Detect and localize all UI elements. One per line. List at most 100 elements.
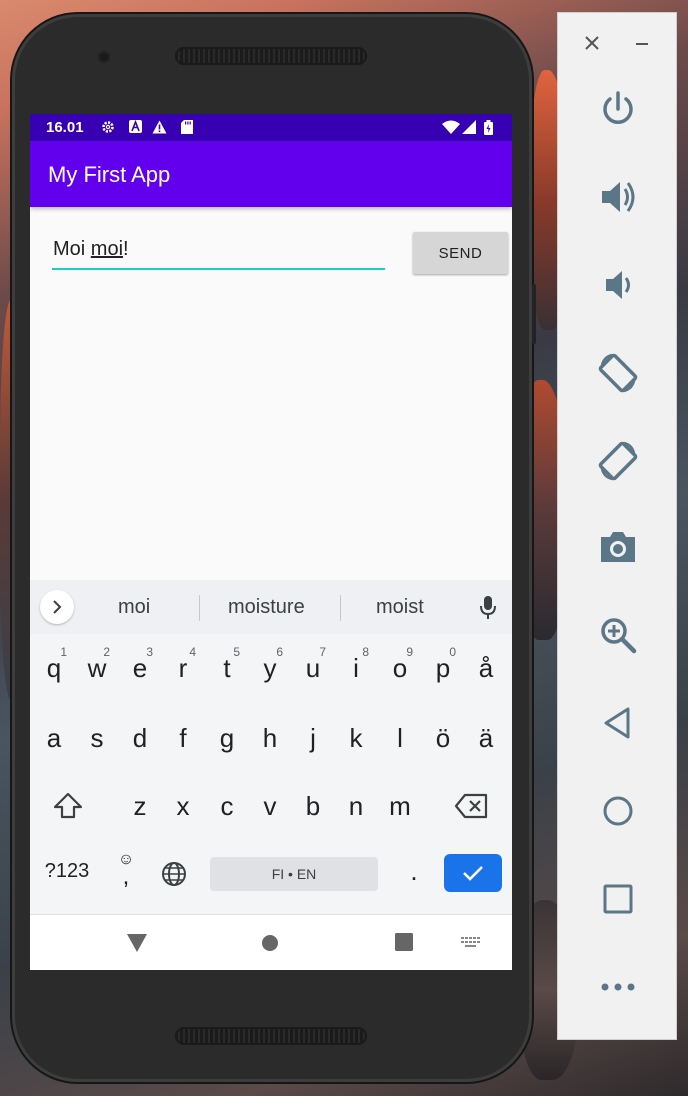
chevron-right-icon[interactable] — [40, 590, 74, 624]
key-char: e — [132, 652, 148, 683]
key-t[interactable]: t5 — [206, 642, 248, 694]
key-y[interactable]: y6 — [249, 642, 291, 694]
settings-icon — [101, 120, 115, 134]
key-number-hint: 1 — [60, 645, 67, 659]
key-i[interactable]: i8 — [335, 642, 377, 694]
nav-back-icon[interactable] — [127, 934, 147, 957]
key-a-ring[interactable]: å — [465, 642, 507, 694]
key-j[interactable]: j — [292, 712, 334, 764]
camera-icon[interactable] — [594, 523, 642, 571]
overview-icon[interactable] — [594, 875, 642, 923]
bottom-speaker — [175, 1027, 367, 1045]
shift-icon[interactable] — [50, 788, 86, 824]
key-u[interactable]: u7 — [292, 642, 334, 694]
microphone-icon[interactable] — [478, 594, 498, 622]
wifi-icon — [442, 120, 460, 134]
key-number-hint: 3 — [146, 645, 153, 659]
symbols-key[interactable]: ?123 — [42, 860, 92, 883]
key-f[interactable]: f — [162, 712, 204, 764]
key-char: i — [353, 652, 359, 683]
back-icon[interactable] — [594, 699, 642, 747]
key-e[interactable]: e3 — [119, 642, 161, 694]
status-time: 16.01 — [46, 119, 84, 136]
key-a[interactable]: a — [33, 712, 75, 764]
sd-card-icon — [180, 120, 194, 134]
key-char: å — [478, 652, 494, 683]
power-icon[interactable] — [594, 85, 642, 133]
rotate-left-icon[interactable] — [594, 349, 642, 397]
key-z[interactable]: z — [119, 780, 161, 832]
key-number-hint: 7 — [319, 645, 326, 659]
emoji-comma-key[interactable]: ☺ , — [114, 852, 138, 892]
key-p[interactable]: p0 — [422, 642, 464, 694]
suggestion-divider — [340, 595, 341, 621]
input-text-composing: moi — [90, 238, 124, 260]
app-bar: My First App — [30, 141, 512, 207]
key-w[interactable]: w2 — [76, 642, 118, 694]
key-x[interactable]: x — [162, 780, 204, 832]
minimize-icon[interactable] — [632, 33, 652, 53]
key-char: r — [178, 652, 188, 683]
send-button[interactable]: SEND — [413, 232, 508, 274]
front-camera — [98, 51, 110, 63]
key-n[interactable]: n — [335, 780, 377, 832]
key-char: y — [263, 652, 277, 683]
suggestion-divider — [199, 595, 200, 621]
input-text-prefix: Moi — [53, 238, 91, 260]
key-number-hint: 2 — [103, 645, 110, 659]
key-r[interactable]: r4 — [162, 642, 204, 694]
space-key[interactable]: FI • EN — [210, 857, 378, 891]
key-a-umlaut[interactable]: ä — [465, 712, 507, 764]
soft-keyboard: moi moisture moist q1 w2 e3 r4 t5 y6 u7 … — [30, 580, 512, 914]
key-h[interactable]: h — [249, 712, 291, 764]
key-b[interactable]: b — [292, 780, 334, 832]
rotate-right-icon[interactable] — [594, 437, 642, 485]
key-l[interactable]: l — [379, 712, 421, 764]
warning-icon — [152, 120, 167, 134]
globe-icon[interactable] — [160, 860, 188, 888]
period-key[interactable]: . — [402, 856, 426, 887]
key-g[interactable]: g — [206, 712, 248, 764]
key-o-umlaut[interactable]: ö — [422, 712, 464, 764]
input-text-suffix: ! — [123, 238, 129, 260]
navigation-bar — [30, 914, 512, 970]
suggestion-item[interactable]: moi — [118, 596, 150, 619]
zoom-icon[interactable] — [594, 611, 642, 659]
key-k[interactable]: k — [335, 712, 377, 764]
volume-up-icon[interactable] — [594, 173, 642, 221]
suggestion-item[interactable]: moisture — [228, 596, 305, 619]
key-m[interactable]: m — [379, 780, 421, 832]
key-s[interactable]: s — [76, 712, 118, 764]
keyboard-switch-icon[interactable] — [461, 936, 481, 954]
key-number-hint: 8 — [362, 645, 369, 659]
key-number-hint: 5 — [233, 645, 240, 659]
device-screen: 16.01 My First App Moi moi! SEND moi moi… — [30, 114, 512, 970]
more-icon[interactable] — [594, 963, 642, 1011]
a-badge-icon — [128, 119, 142, 134]
key-char: p — [435, 652, 451, 683]
key-v[interactable]: v — [249, 780, 291, 832]
message-input[interactable]: Moi moi! — [52, 238, 385, 270]
signal-icon — [462, 120, 476, 134]
backspace-icon[interactable] — [454, 792, 490, 820]
key-char: q — [46, 652, 62, 683]
key-q[interactable]: q1 — [33, 642, 75, 694]
status-bar: 16.01 — [30, 114, 512, 141]
home-icon[interactable] — [594, 787, 642, 835]
nav-overview-icon[interactable] — [395, 933, 413, 956]
volume-down-icon[interactable] — [594, 261, 642, 309]
key-number-hint: 0 — [449, 645, 456, 659]
close-icon[interactable] — [582, 33, 602, 53]
emulator-control-panel — [557, 12, 677, 1040]
side-button — [532, 284, 536, 344]
key-number-hint: 9 — [406, 645, 413, 659]
enter-key[interactable] — [444, 854, 502, 892]
key-char: o — [392, 652, 408, 683]
battery-icon — [484, 120, 493, 135]
key-d[interactable]: d — [119, 712, 161, 764]
key-c[interactable]: c — [206, 780, 248, 832]
key-o[interactable]: o9 — [379, 642, 421, 694]
nav-home-icon[interactable] — [261, 934, 279, 957]
app-title: My First App — [48, 162, 171, 187]
suggestion-item[interactable]: moist — [376, 596, 424, 619]
